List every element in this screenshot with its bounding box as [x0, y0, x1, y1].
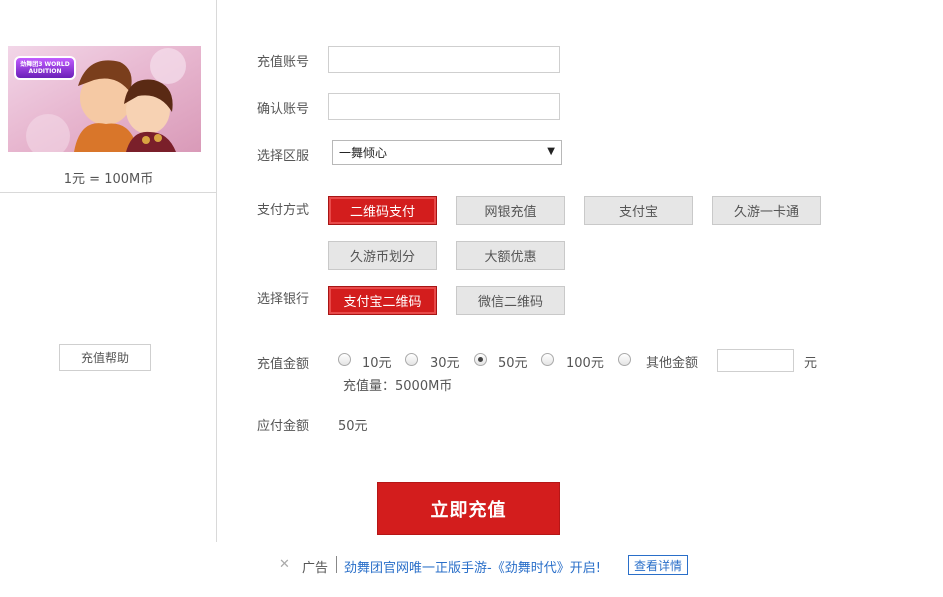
payment-9you-coin-button[interactable]: 久游币划分	[328, 241, 437, 270]
bank-label: 选择银行	[257, 292, 310, 307]
ad-tag: 广告	[302, 561, 329, 576]
ad-separator	[336, 556, 337, 573]
ad-bar: ✕ 广告 劲舞团官网唯一正版手游-《劲舞时代》开启! 查看详情	[0, 554, 943, 578]
game-logo-text: 劲舞团3 WORLD AUDITION	[20, 61, 70, 75]
payment-netbank-button[interactable]: 网银充值	[456, 196, 565, 225]
other-amount-unit: 元	[804, 356, 818, 371]
confirm-account-input[interactable]	[328, 93, 560, 120]
exchange-rate: 1元 = 100M币	[63, 172, 154, 187]
sidebar-divider	[0, 192, 217, 193]
amount-30-radio[interactable]	[405, 353, 418, 366]
amount-other-label: 其他金额	[646, 356, 699, 371]
payment-bulk-discount-button[interactable]: 大额优惠	[456, 241, 565, 270]
recharge-now-button[interactable]: 立即充值	[377, 482, 560, 535]
other-amount-input[interactable]	[717, 349, 794, 372]
payment-method-label: 支付方式	[257, 203, 310, 218]
server-select[interactable]: 一舞倾心 ▼	[332, 140, 562, 165]
bank-wechat-qrcode-button[interactable]: 微信二维码	[456, 286, 565, 315]
payment-9you-card-button[interactable]: 久游一卡通	[712, 196, 821, 225]
sidebar: 劲舞团3 WORLD AUDITION 1元 = 100M币 充值帮助	[0, 0, 217, 542]
amount-30-label: 30元	[430, 356, 460, 371]
payment-alipay-button[interactable]: 支付宝	[584, 196, 693, 225]
payment-qrcode-button[interactable]: 二维码支付	[328, 196, 437, 225]
game-logo: 劲舞团3 WORLD AUDITION	[14, 56, 76, 80]
amount-10-label: 10元	[362, 356, 392, 371]
server-selected-value: 一舞倾心	[339, 146, 388, 160]
amount-50-label: 50元	[498, 356, 528, 371]
amount-other-radio[interactable]	[618, 353, 631, 366]
recharge-quantity: 充值量：5000M币	[343, 379, 453, 394]
account-input[interactable]	[328, 46, 560, 73]
recharge-help-button[interactable]: 充值帮助	[59, 344, 151, 371]
amount-100-radio[interactable]	[541, 353, 554, 366]
amount-10-radio[interactable]	[338, 353, 351, 366]
server-label: 选择区服	[257, 149, 310, 164]
confirm-account-label: 确认账号	[257, 102, 310, 117]
bank-alipay-qrcode-button[interactable]: 支付宝二维码	[328, 286, 437, 315]
account-label: 充值账号	[257, 55, 310, 70]
dropdown-arrow-icon: ▼	[547, 146, 555, 157]
ad-detail-button[interactable]: 查看详情	[628, 555, 689, 575]
amount-100-label: 100元	[566, 356, 604, 371]
amount-50-radio[interactable]	[474, 353, 487, 366]
ad-link[interactable]: 劲舞团官网唯一正版手游-《劲舞时代》开启!	[344, 557, 601, 576]
close-icon[interactable]: ✕	[279, 557, 290, 572]
amount-label: 充值金额	[257, 357, 310, 372]
payable-label: 应付金额	[257, 419, 310, 434]
game-banner-image: 劲舞团3 WORLD AUDITION	[8, 46, 201, 152]
payable-value: 50元	[338, 419, 368, 434]
